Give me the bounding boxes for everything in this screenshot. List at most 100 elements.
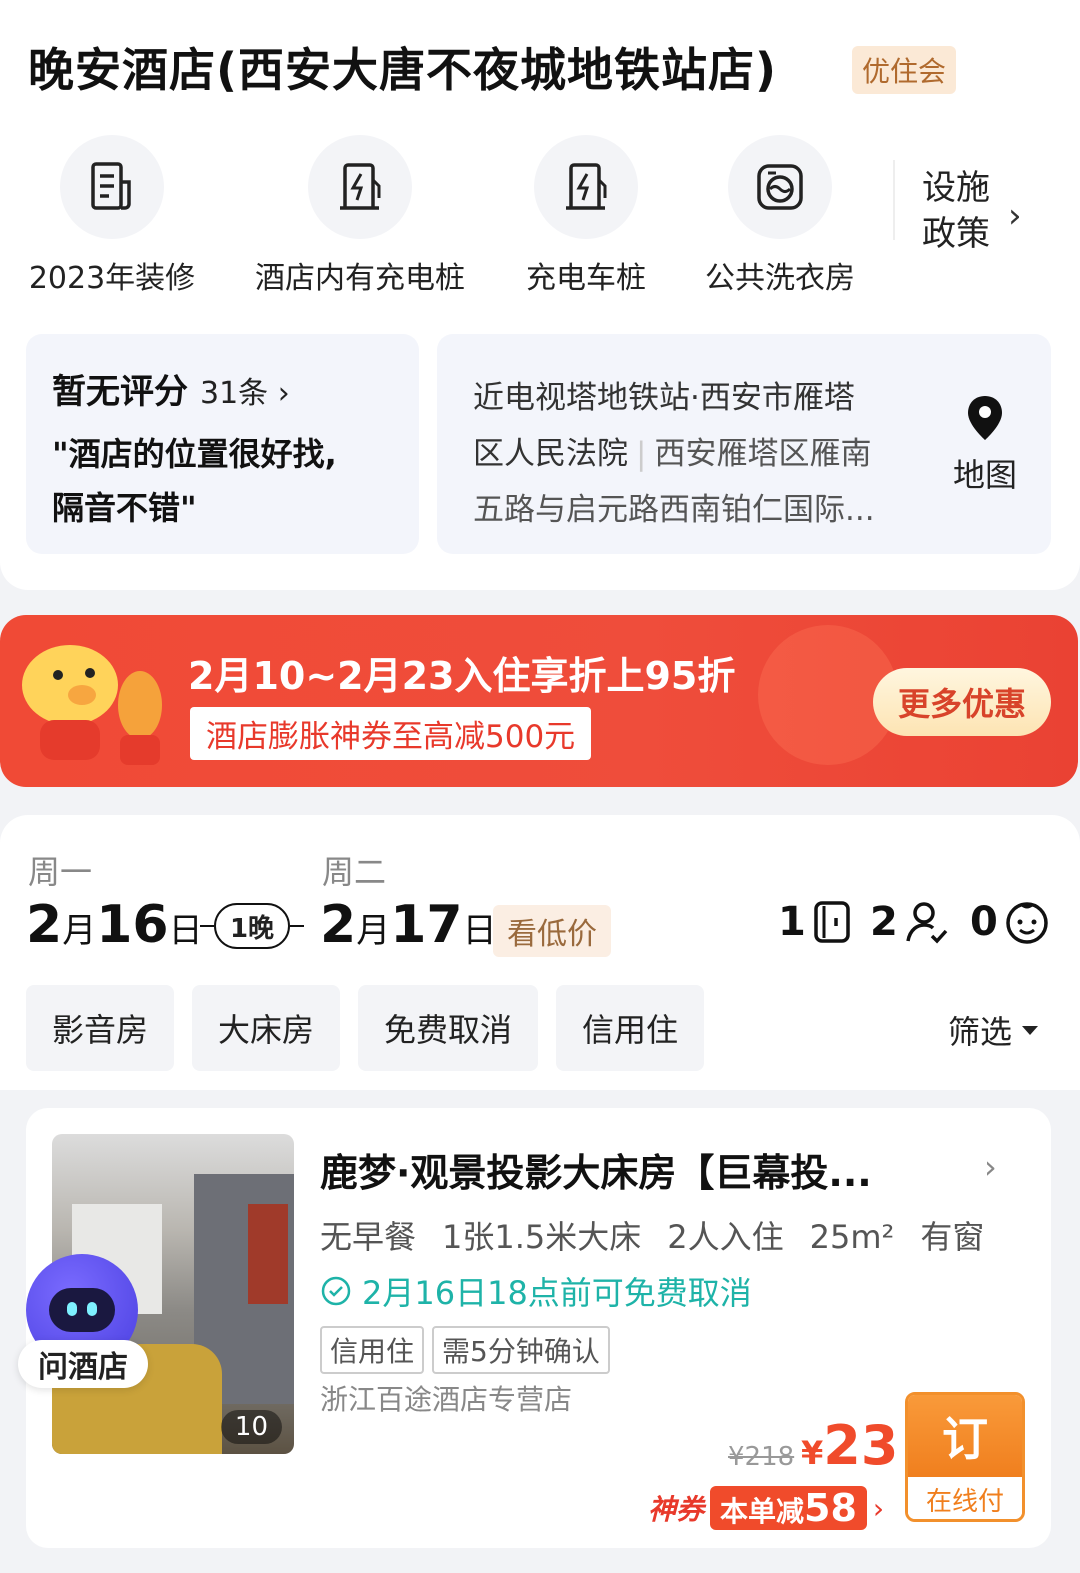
child-face-icon (1006, 902, 1048, 944)
caret-down-icon (1022, 1025, 1039, 1035)
pay-online-label: 在线付 (908, 1477, 1022, 1519)
facility-policy-link[interactable]: 设施 政策 (922, 165, 990, 257)
checkout-day: 17 (390, 895, 463, 955)
checkout-month: 2 (320, 895, 357, 955)
book-label: 订 (908, 1395, 1022, 1477)
nights-indicator: 1晚 (200, 903, 304, 949)
coupon-label: 神券 (648, 1493, 705, 1526)
policy-label-1: 设施 (922, 168, 990, 208)
member-badge[interactable]: 优住会 (852, 46, 957, 94)
checkin-date[interactable]: 2月16日 (26, 895, 203, 955)
renovation-doc-icon (60, 135, 164, 239)
room-info-item: 2人入住 (667, 1218, 784, 1256)
mascot-pig-illustration (22, 645, 162, 765)
filter-chip[interactable]: 影音房 (26, 985, 175, 1071)
review-quote-line: 隔音不错" (52, 489, 197, 527)
room-card[interactable]: 10 鹿梦·观景投影大床房【巨幕投... › 无早餐 1张1.5米大床 2人入住 25… (26, 1108, 1051, 1548)
address-landmark: 区人民法院 (473, 436, 628, 472)
free-cancel-text: 2月16日18点前可免费取消 (362, 1274, 752, 1312)
checkin-month: 2 (26, 895, 63, 955)
seller-name: 浙江百途酒店专营店 (320, 1383, 573, 1416)
door-icon (814, 901, 850, 943)
checkout-date[interactable]: 2月17日 (320, 895, 497, 955)
address-line: 近电视塔地铁站·西安市雁塔 (473, 380, 855, 416)
facility-item-charging-car[interactable]: 充电车桩 (522, 135, 650, 297)
low-price-button[interactable]: 看低价 (493, 905, 611, 957)
filter-button[interactable]: 筛选 (948, 1007, 1039, 1053)
facility-label: 充电车桩 (526, 261, 646, 296)
facility-item-laundry[interactable]: 公共洗衣房 (700, 135, 860, 297)
more-offers-button[interactable]: 更多优惠 (873, 668, 1051, 736)
promo-title: 2月10~2月23入住享折上95折 (188, 654, 736, 698)
filter-chip[interactable]: 免费取消 (358, 985, 539, 1071)
room-info-item: 25m² (809, 1218, 895, 1256)
room-count[interactable]: 1 (778, 899, 852, 945)
checkout-weekday: 周二 (322, 853, 387, 891)
charging-pile-icon (308, 135, 412, 239)
room-info-item: 1张1.5米大床 (442, 1218, 642, 1256)
month-unit: 月 (356, 911, 391, 951)
day-unit: 日 (462, 911, 497, 951)
filter-chip[interactable]: 大床房 (192, 985, 341, 1071)
room-tag: 信用住 (320, 1326, 425, 1374)
coupon-reduce: 本单减58 (710, 1486, 867, 1530)
nights-line (290, 925, 304, 927)
room-name[interactable]: 鹿梦·观景投影大床房【巨幕投... (320, 1142, 872, 1197)
facility-item-renovation[interactable]: 2023年装修 (28, 135, 196, 297)
room-info-item: 无早餐 (320, 1218, 417, 1256)
adult-count-value: 2 (870, 899, 898, 945)
promo-banner[interactable]: 2月10~2月23入住享折上95折 酒店膨胀神券至高减500元 更多优惠 (0, 615, 1078, 787)
check-circle-icon (321, 1276, 351, 1306)
adult-count[interactable]: 2 (870, 899, 948, 945)
hotel-title: 晚安酒店(西安大唐不夜城地铁站店) (28, 43, 778, 97)
child-count[interactable]: 0 (970, 899, 1050, 945)
day-unit: 日 (168, 911, 203, 951)
room-info: 无早餐 1张1.5米大床 2人入住 25m² 有窗 (320, 1212, 1010, 1258)
month-unit: 月 (62, 911, 97, 951)
map-label: 地图 (952, 456, 1017, 494)
facility-label: 2023年装修 (28, 261, 196, 296)
price-value: 23 (823, 1414, 899, 1477)
promo-subtitle: 酒店膨胀神券至高减500元 (190, 707, 592, 760)
facility-label: 公共洗衣房 (705, 261, 855, 296)
nights-count: 1晚 (214, 903, 290, 949)
charging-pile-icon (534, 135, 638, 239)
chevron-right-icon: › (872, 1491, 885, 1525)
room-tags: 信用住 需5分钟确认 (320, 1326, 610, 1374)
room-painting (248, 1204, 288, 1304)
facility-label: 酒店内有充电桩 (255, 261, 465, 296)
room-count-value: 1 (778, 899, 806, 945)
ask-hotel-assistant[interactable]: 问酒店 (18, 1254, 148, 1394)
location-pin-icon (967, 396, 1002, 440)
coupon-discount[interactable]: 神券 本单减58 › (648, 1486, 884, 1530)
room-info-item: 有窗 (920, 1218, 985, 1256)
assistant-label: 问酒店 (18, 1340, 148, 1388)
filter-label: 筛选 (948, 1013, 1013, 1051)
chevron-right-icon[interactable]: › (984, 1148, 997, 1186)
hotel-header-card: 晚安酒店(西安大唐不夜城地铁站店) 优住会 2023年装修 酒店内有充电桩 充电… (0, 0, 1080, 590)
address-street: 西安雁塔区雁南 (654, 436, 872, 472)
chevron-right-icon[interactable]: › (1008, 196, 1022, 236)
coupon-reduce-prefix: 本单减 (720, 1495, 805, 1528)
separator: | (636, 436, 647, 472)
washing-machine-icon (728, 135, 832, 239)
original-price: ¥218 (728, 1442, 795, 1472)
nights-line (200, 925, 214, 927)
currency-symbol: ¥ (801, 1434, 824, 1472)
address-box[interactable]: 近电视塔地铁站·西安市雁塔 区人民法院 | 西安雁塔区雁南 五路与启元路西南铂仁国际… (437, 334, 1051, 554)
review-count: 31条 › (200, 376, 290, 411)
review-quote-line: "酒店的位置很好找, (52, 435, 337, 473)
free-cancel-line: 2月16日18点前可免费取消 (320, 1268, 752, 1314)
robot-face (49, 1288, 115, 1332)
adult-person-icon (906, 902, 948, 944)
date-selector-card: 周一 2月16日 1晚 周二 2月17日 看低价 1 2 0 影音房 大床房 免… (0, 815, 1080, 1090)
coupon-reduce-value: 58 (804, 1486, 857, 1530)
photo-count: 10 (220, 1410, 282, 1444)
filter-chip[interactable]: 信用住 (556, 985, 705, 1071)
facility-item-charging[interactable]: 酒店内有充电桩 (250, 135, 470, 297)
checkin-day: 16 (96, 895, 169, 955)
review-summary[interactable]: 暂无评分 31条 › "酒店的位置很好找, 隔音不错" (26, 334, 419, 554)
facility-row: 2023年装修 酒店内有充电桩 充电车桩 公共洗衣房 (0, 135, 1080, 297)
map-button[interactable]: 地图 (953, 394, 1017, 496)
book-button[interactable]: 订 在线付 (905, 1392, 1025, 1522)
